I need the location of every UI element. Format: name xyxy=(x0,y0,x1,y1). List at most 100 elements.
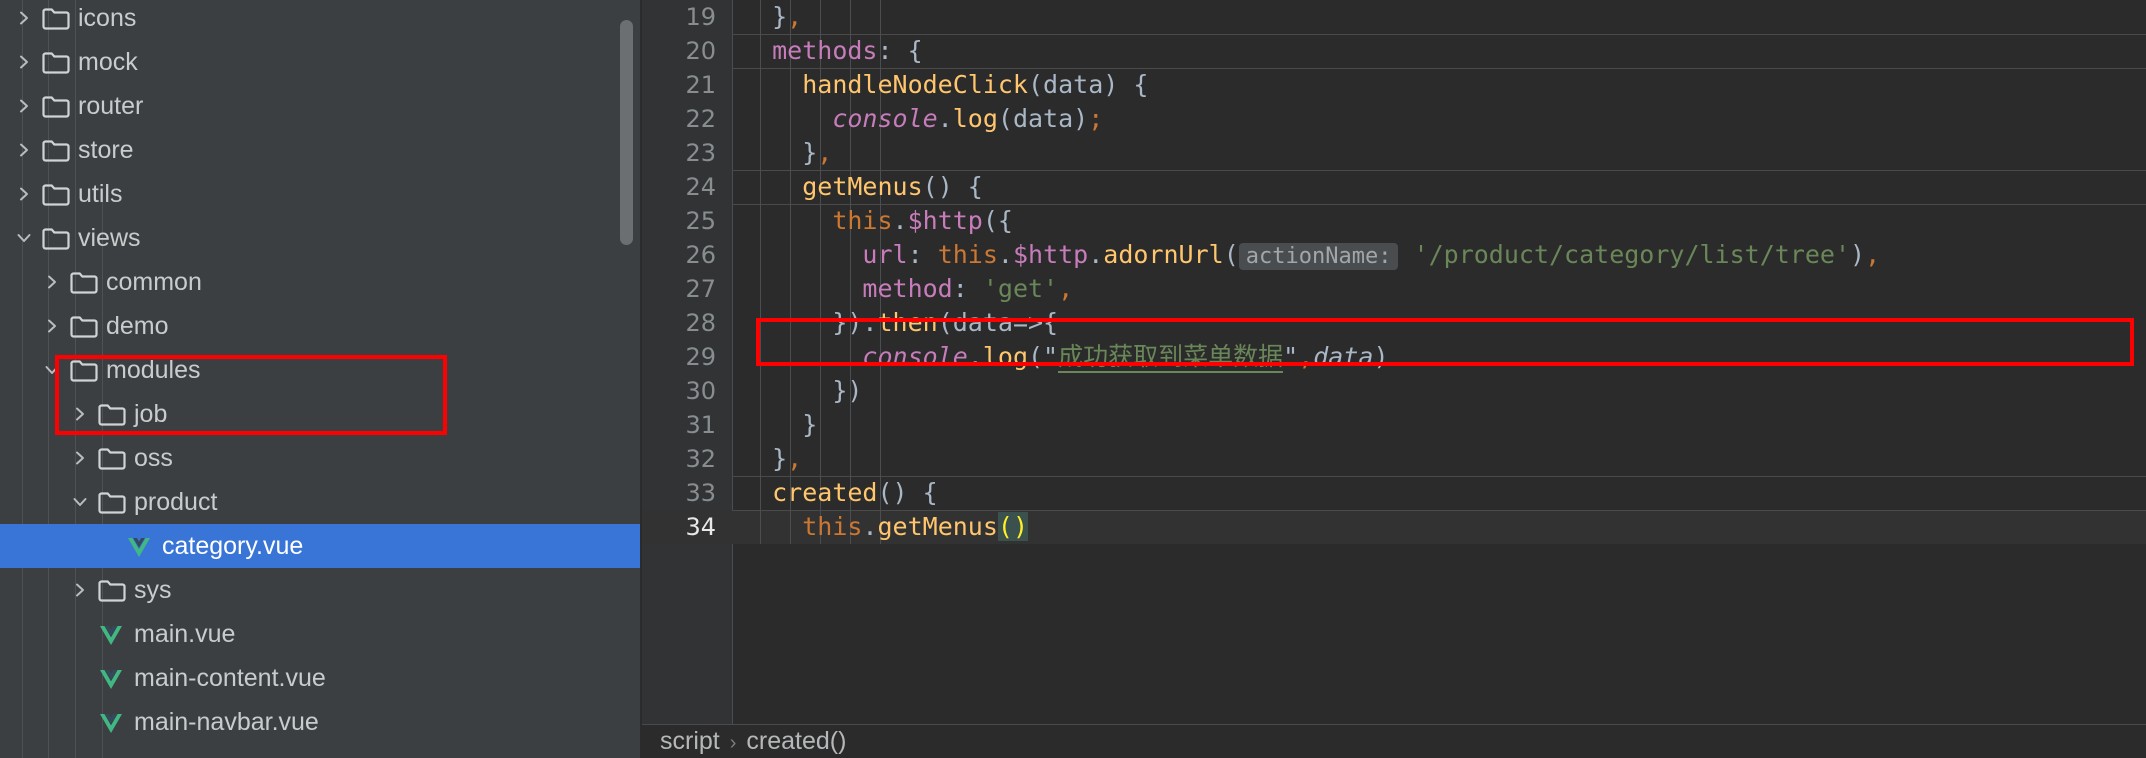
breadcrumb-item[interactable]: script xyxy=(660,725,720,758)
code-line-24[interactable]: 24 getMenus() { xyxy=(642,170,2146,204)
tree-item-sys[interactable]: sys xyxy=(0,568,640,612)
tree-scrollbar[interactable] xyxy=(620,20,633,245)
code-token: } xyxy=(772,444,788,473)
code-line-list[interactable]: 19 }, 20 methods: {21 handleNodeClick(dat… xyxy=(642,0,2146,544)
code-line-19[interactable]: 19 }, xyxy=(642,0,2146,34)
code-token: 'get' xyxy=(982,274,1059,303)
code-line-34[interactable]: 34 this.getMenus() xyxy=(642,510,2146,544)
folder-icon xyxy=(98,480,128,524)
code-indent-guide xyxy=(820,442,821,476)
code-token: log xyxy=(952,104,998,133)
chevron-right-icon[interactable] xyxy=(12,172,36,216)
vue-file-icon xyxy=(126,524,156,568)
code-line-26[interactable]: 26 url: this.$http.adornUrl(actionName: … xyxy=(642,238,2146,272)
code-editor[interactable]: 19 }, 20 methods: {21 handleNodeClick(dat… xyxy=(642,0,2146,758)
code-token: data xyxy=(1313,342,1374,371)
folder-icon xyxy=(70,304,100,348)
tree-item-main-navbar-vue[interactable]: main-navbar.vue xyxy=(0,700,640,744)
code-line-28[interactable]: 28 }).then(data=>{ xyxy=(642,306,2146,340)
chevron-down-icon[interactable] xyxy=(40,348,64,392)
chevron-right-icon[interactable] xyxy=(68,392,92,436)
line-number: 30 xyxy=(685,377,716,405)
chevron-right-icon[interactable] xyxy=(40,260,64,304)
chevron-right-icon[interactable] xyxy=(68,436,92,480)
code-line-text: methods: { xyxy=(742,34,923,68)
code-token: created xyxy=(772,478,878,507)
code-line-31[interactable]: 31 } xyxy=(642,408,2146,442)
vue-file-icon xyxy=(98,612,128,656)
code-token: . xyxy=(937,104,953,133)
chevron-right-icon[interactable] xyxy=(12,40,36,84)
code-indent-guide xyxy=(820,408,821,442)
code-indent-guide xyxy=(850,442,851,476)
code-line-21[interactable]: 21 handleNodeClick(data) { xyxy=(642,68,2146,102)
code-line-text: }, xyxy=(742,442,802,476)
tree-item-modules[interactable]: modules xyxy=(0,348,640,392)
code-token: (data) { xyxy=(1028,70,1149,99)
code-token: this xyxy=(802,512,863,541)
chevron-right-icon[interactable] xyxy=(12,0,36,40)
code-line-20[interactable]: 20 methods: { xyxy=(642,34,2146,68)
code-token: ({ xyxy=(982,206,1013,235)
tree-item-label: icons xyxy=(78,4,137,32)
code-token: ) xyxy=(1850,240,1866,269)
code-indent-guide xyxy=(880,408,881,442)
breadcrumb-item[interactable]: created() xyxy=(746,725,846,758)
code-line-text: }) xyxy=(742,374,862,408)
tree-item-common[interactable]: common xyxy=(0,260,640,304)
tree-item-label: sys xyxy=(134,576,172,604)
code-line-22[interactable]: 22 console.log(data); xyxy=(642,102,2146,136)
tree-item-job[interactable]: job xyxy=(0,392,640,436)
vue-file-icon xyxy=(98,656,128,700)
code-line-27[interactable]: 27 method: 'get', xyxy=(642,272,2146,306)
tree-item-icons[interactable]: icons xyxy=(0,0,640,40)
tree-item-label: mock xyxy=(78,48,138,76)
code-token: }) xyxy=(832,376,863,405)
chevron-right-icon[interactable] xyxy=(12,84,36,128)
code-line-23[interactable]: 23 }, xyxy=(642,136,2146,170)
chevron-right-icon[interactable] xyxy=(68,568,92,612)
code-token: . xyxy=(862,512,878,541)
line-number: 27 xyxy=(685,275,716,303)
code-token: . xyxy=(1088,240,1104,269)
code-line-33[interactable]: 33 created() { xyxy=(642,476,2146,510)
line-number: 23 xyxy=(685,139,716,167)
editor-breadcrumb[interactable]: script › created() xyxy=(642,725,2146,758)
code-indent-guide xyxy=(850,136,851,170)
tree-item-views[interactable]: views xyxy=(0,216,640,260)
project-file-tree[interactable]: icons mock router store utils views common demo… xyxy=(0,0,640,758)
code-line-32[interactable]: 32 }, xyxy=(642,442,2146,476)
tree-item-store[interactable]: store xyxy=(0,128,640,172)
code-line-text: this.getMenus() xyxy=(742,510,1029,544)
code-line-25[interactable]: 25 this.$http({ xyxy=(642,204,2146,238)
tree-item-main-content-vue[interactable]: main-content.vue xyxy=(0,656,640,700)
line-number: 32 xyxy=(685,445,716,473)
tree-item-oss[interactable]: oss xyxy=(0,436,640,480)
tree-item-product[interactable]: product xyxy=(0,480,640,524)
tree-item-main-vue[interactable]: main.vue xyxy=(0,612,640,656)
line-number: 25 xyxy=(685,207,716,235)
tree-item-category-vue[interactable]: category.vue xyxy=(0,524,640,568)
code-token: ) xyxy=(1373,342,1389,371)
code-line-30[interactable]: 30 }) xyxy=(642,374,2146,408)
chevron-right-icon[interactable] xyxy=(40,304,64,348)
chevron-down-icon[interactable] xyxy=(68,480,92,524)
tree-item-demo[interactable]: demo xyxy=(0,304,640,348)
code-line-29[interactable]: 29 console.log("成功获取到菜单数据",data) xyxy=(642,340,2146,374)
tree-item-router[interactable]: router xyxy=(0,84,640,128)
chevron-right-icon[interactable] xyxy=(12,128,36,172)
code-line-text: console.log("成功获取到菜单数据",data) xyxy=(742,340,1389,374)
tree-item-utils[interactable]: utils xyxy=(0,172,640,216)
code-line-text: handleNodeClick(data) { xyxy=(742,68,1148,102)
code-token: method xyxy=(862,274,953,303)
chevron-down-icon[interactable] xyxy=(12,216,36,260)
tree-item-label: oss xyxy=(134,444,173,472)
tree-item-mock[interactable]: mock xyxy=(0,40,640,84)
line-number: 33 xyxy=(685,479,716,507)
code-token: } xyxy=(772,2,788,31)
